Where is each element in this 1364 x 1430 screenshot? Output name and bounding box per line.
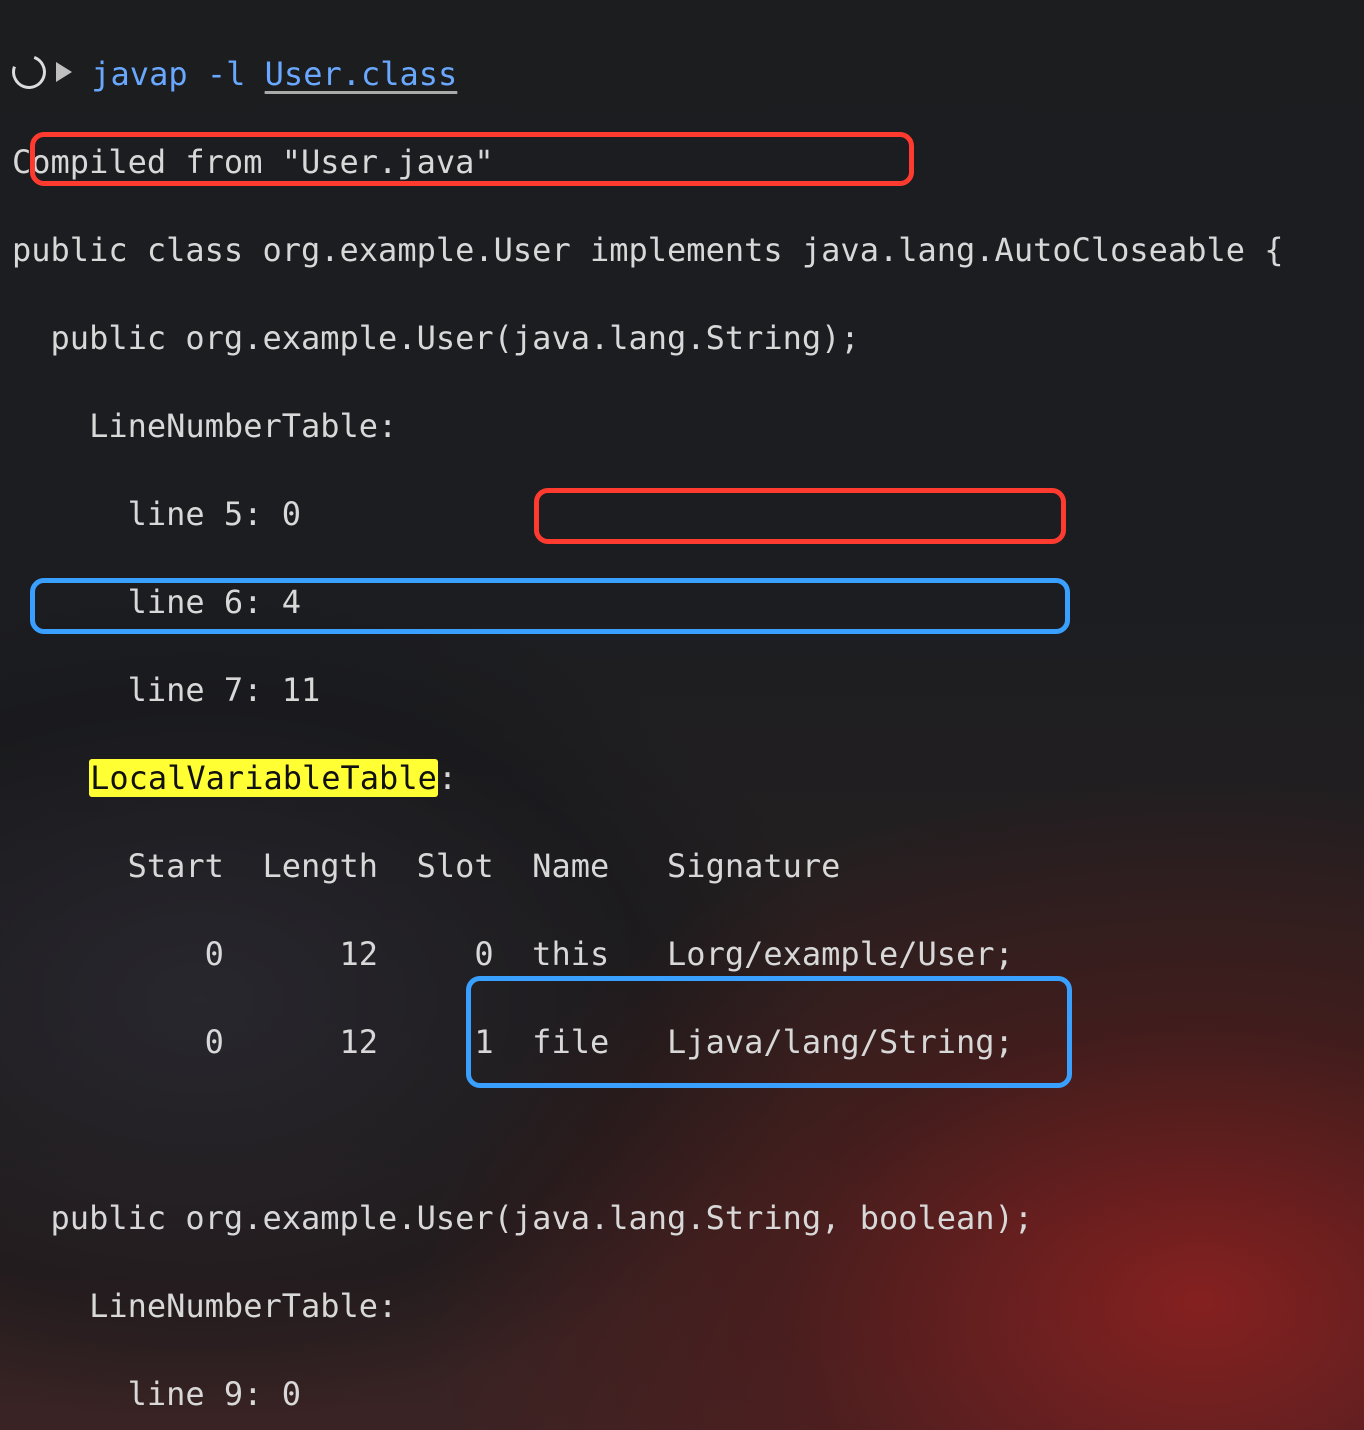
blank-line <box>12 1108 1352 1152</box>
ctor1-lnt-row: line 5: 0 <box>12 492 1352 536</box>
command-text: javap -l User.class <box>91 55 457 93</box>
prompt-line[interactable]: javap -l User.class <box>12 52 1352 96</box>
ctor1-lnt-row: line 7: 11 <box>12 668 1352 712</box>
ctor1-lvt-label: LocalVariableTable: <box>12 756 1352 800</box>
ctor2-lnt-label: LineNumberTable: <box>12 1284 1352 1328</box>
command-arg: User.class <box>265 55 458 93</box>
indent <box>12 759 89 797</box>
ctor1-lvt-row: 0 12 0 this Lorg/example/User; <box>12 932 1352 976</box>
class-decl-line: public class org.example.User implements… <box>12 228 1352 272</box>
chevron-right-icon <box>56 62 72 82</box>
command-part: javap -l <box>91 55 264 93</box>
prompt-icons <box>12 55 72 89</box>
debian-icon <box>6 49 51 94</box>
terminal-output: javap -l User.class Compiled from "User.… <box>0 0 1364 1430</box>
ctor1-lvt-header: Start Length Slot Name Signature <box>12 844 1352 888</box>
ctor2-lnt-row: line 9: 0 <box>12 1372 1352 1416</box>
ctor1-sig: public org.example.User(java.lang.String… <box>12 316 1352 360</box>
lvt-highlight: LocalVariableTable <box>89 759 438 797</box>
ctor1-lnt-row: line 6: 4 <box>12 580 1352 624</box>
ctor2-sig: public org.example.User(java.lang.String… <box>12 1196 1352 1240</box>
lvt-colon: : <box>438 759 457 797</box>
compiled-from-line: Compiled from "User.java" <box>12 140 1352 184</box>
ctor1-lvt-row: 0 12 1 file Ljava/lang/String; <box>12 1020 1352 1064</box>
ctor1-lnt-label: LineNumberTable: <box>12 404 1352 448</box>
